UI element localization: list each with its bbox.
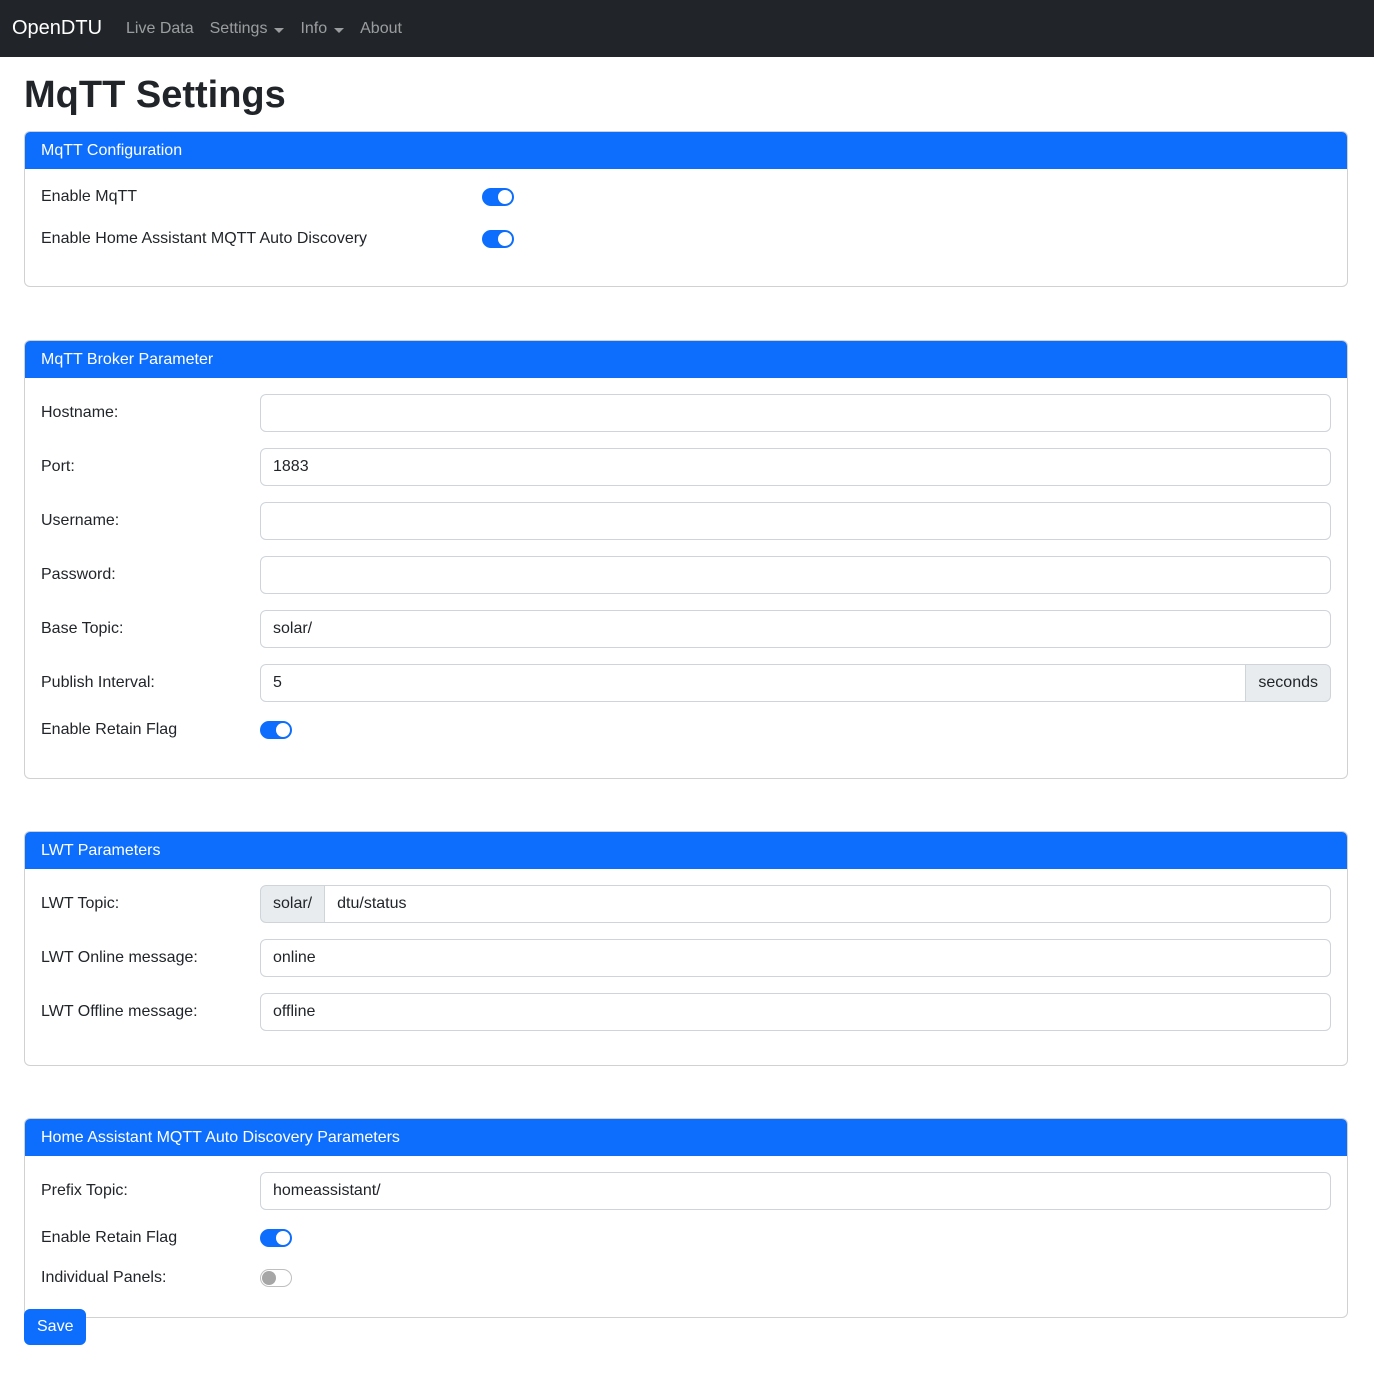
lwt-online-label: LWT Online message:: [41, 946, 260, 970]
prefix-topic-row: Prefix Topic:: [41, 1172, 1331, 1210]
page-title: MqTT Settings: [24, 73, 1348, 117]
hass-discovery-card: Home Assistant MQTT Auto Discovery Param…: [24, 1118, 1348, 1318]
port-row: Port:: [41, 448, 1331, 486]
seconds-unit-addon: seconds: [1245, 664, 1331, 702]
hass-retain-row: Enable Retain Flag: [41, 1226, 1331, 1250]
nav-item-live-data[interactable]: Live Data: [118, 12, 202, 46]
publish-interval-input[interactable]: [260, 664, 1246, 702]
lwt-online-input[interactable]: [260, 939, 1331, 977]
nav-item-label: Live Data: [126, 20, 194, 38]
lwt-offline-row: LWT Offline message:: [41, 993, 1331, 1031]
lwt-topic-row: LWT Topic: solar/: [41, 885, 1331, 923]
mqtt-broker-header: MqTT Broker Parameter: [25, 341, 1347, 378]
lwt-parameters-card: LWT Parameters LWT Topic: solar/ LWT Onl…: [24, 831, 1348, 1066]
port-label: Port:: [41, 455, 260, 479]
toggle-knob: [498, 190, 512, 204]
nav-item-label: Settings: [210, 20, 268, 38]
broker-retain-row: Enable Retain Flag: [41, 718, 1331, 742]
prefix-topic-label: Prefix Topic:: [41, 1179, 260, 1203]
lwt-topic-prefix-addon: solar/: [260, 885, 325, 923]
lwt-offline-label: LWT Offline message:: [41, 1000, 260, 1024]
prefix-topic-input[interactable]: [260, 1172, 1331, 1210]
lwt-topic-input[interactable]: [324, 885, 1331, 923]
enable-hass-discovery-label: Enable Home Assistant MQTT Auto Discover…: [41, 227, 482, 251]
publish-interval-row: Publish Interval: seconds: [41, 664, 1331, 702]
enable-mqtt-label: Enable MqTT: [41, 185, 482, 209]
broker-retain-toggle[interactable]: [260, 721, 292, 739]
enable-mqtt-row: Enable MqTT: [41, 185, 1331, 209]
page-content: MqTT Settings MqTT Configuration Enable …: [0, 57, 1374, 1353]
base-topic-input[interactable]: [260, 610, 1331, 648]
save-button[interactable]: Save: [24, 1309, 86, 1345]
toggle-knob: [276, 1231, 290, 1245]
enable-mqtt-toggle[interactable]: [482, 188, 514, 206]
caret-down-icon: [334, 28, 344, 33]
lwt-parameters-header: LWT Parameters: [25, 832, 1347, 869]
caret-down-icon: [274, 28, 284, 33]
password-row: Password:: [41, 556, 1331, 594]
nav-item-info[interactable]: Info: [292, 12, 352, 46]
hostname-label: Hostname:: [41, 401, 260, 425]
nav-item-settings[interactable]: Settings: [202, 12, 293, 46]
navbar-brand[interactable]: OpenDTU: [12, 17, 102, 40]
individual-panels-toggle[interactable]: [260, 1269, 292, 1287]
lwt-online-row: LWT Online message:: [41, 939, 1331, 977]
individual-panels-label: Individual Panels:: [41, 1266, 260, 1290]
port-input[interactable]: [260, 448, 1331, 486]
nav-item-label: Info: [300, 20, 327, 38]
password-input[interactable]: [260, 556, 1331, 594]
hostname-input[interactable]: [260, 394, 1331, 432]
mqtt-configuration-card: MqTT Configuration Enable MqTT Enable Ho…: [24, 131, 1348, 287]
mqtt-broker-card: MqTT Broker Parameter Hostname: Port: Us…: [24, 340, 1348, 779]
lwt-offline-input[interactable]: [260, 993, 1331, 1031]
enable-hass-discovery-toggle[interactable]: [482, 230, 514, 248]
broker-retain-label: Enable Retain Flag: [41, 718, 260, 742]
lwt-topic-label: LWT Topic:: [41, 892, 260, 916]
hass-retain-label: Enable Retain Flag: [41, 1226, 260, 1250]
enable-hass-discovery-row: Enable Home Assistant MQTT Auto Discover…: [41, 227, 1331, 251]
password-label: Password:: [41, 563, 260, 587]
publish-interval-label: Publish Interval:: [41, 671, 260, 695]
nav-item-about[interactable]: About: [352, 12, 410, 46]
base-topic-row: Base Topic:: [41, 610, 1331, 648]
hass-discovery-header: Home Assistant MQTT Auto Discovery Param…: [25, 1119, 1347, 1156]
individual-panels-row: Individual Panels:: [41, 1266, 1331, 1290]
mqtt-configuration-header: MqTT Configuration: [25, 132, 1347, 169]
toggle-knob: [262, 1271, 276, 1285]
toggle-knob: [276, 723, 290, 737]
nav-item-label: About: [360, 20, 402, 38]
hass-retain-toggle[interactable]: [260, 1229, 292, 1247]
base-topic-label: Base Topic:: [41, 617, 260, 641]
username-input[interactable]: [260, 502, 1331, 540]
username-label: Username:: [41, 509, 260, 533]
toggle-knob: [498, 232, 512, 246]
hostname-row: Hostname:: [41, 394, 1331, 432]
top-navbar: OpenDTU Live Data Settings Info About: [0, 0, 1374, 57]
username-row: Username:: [41, 502, 1331, 540]
